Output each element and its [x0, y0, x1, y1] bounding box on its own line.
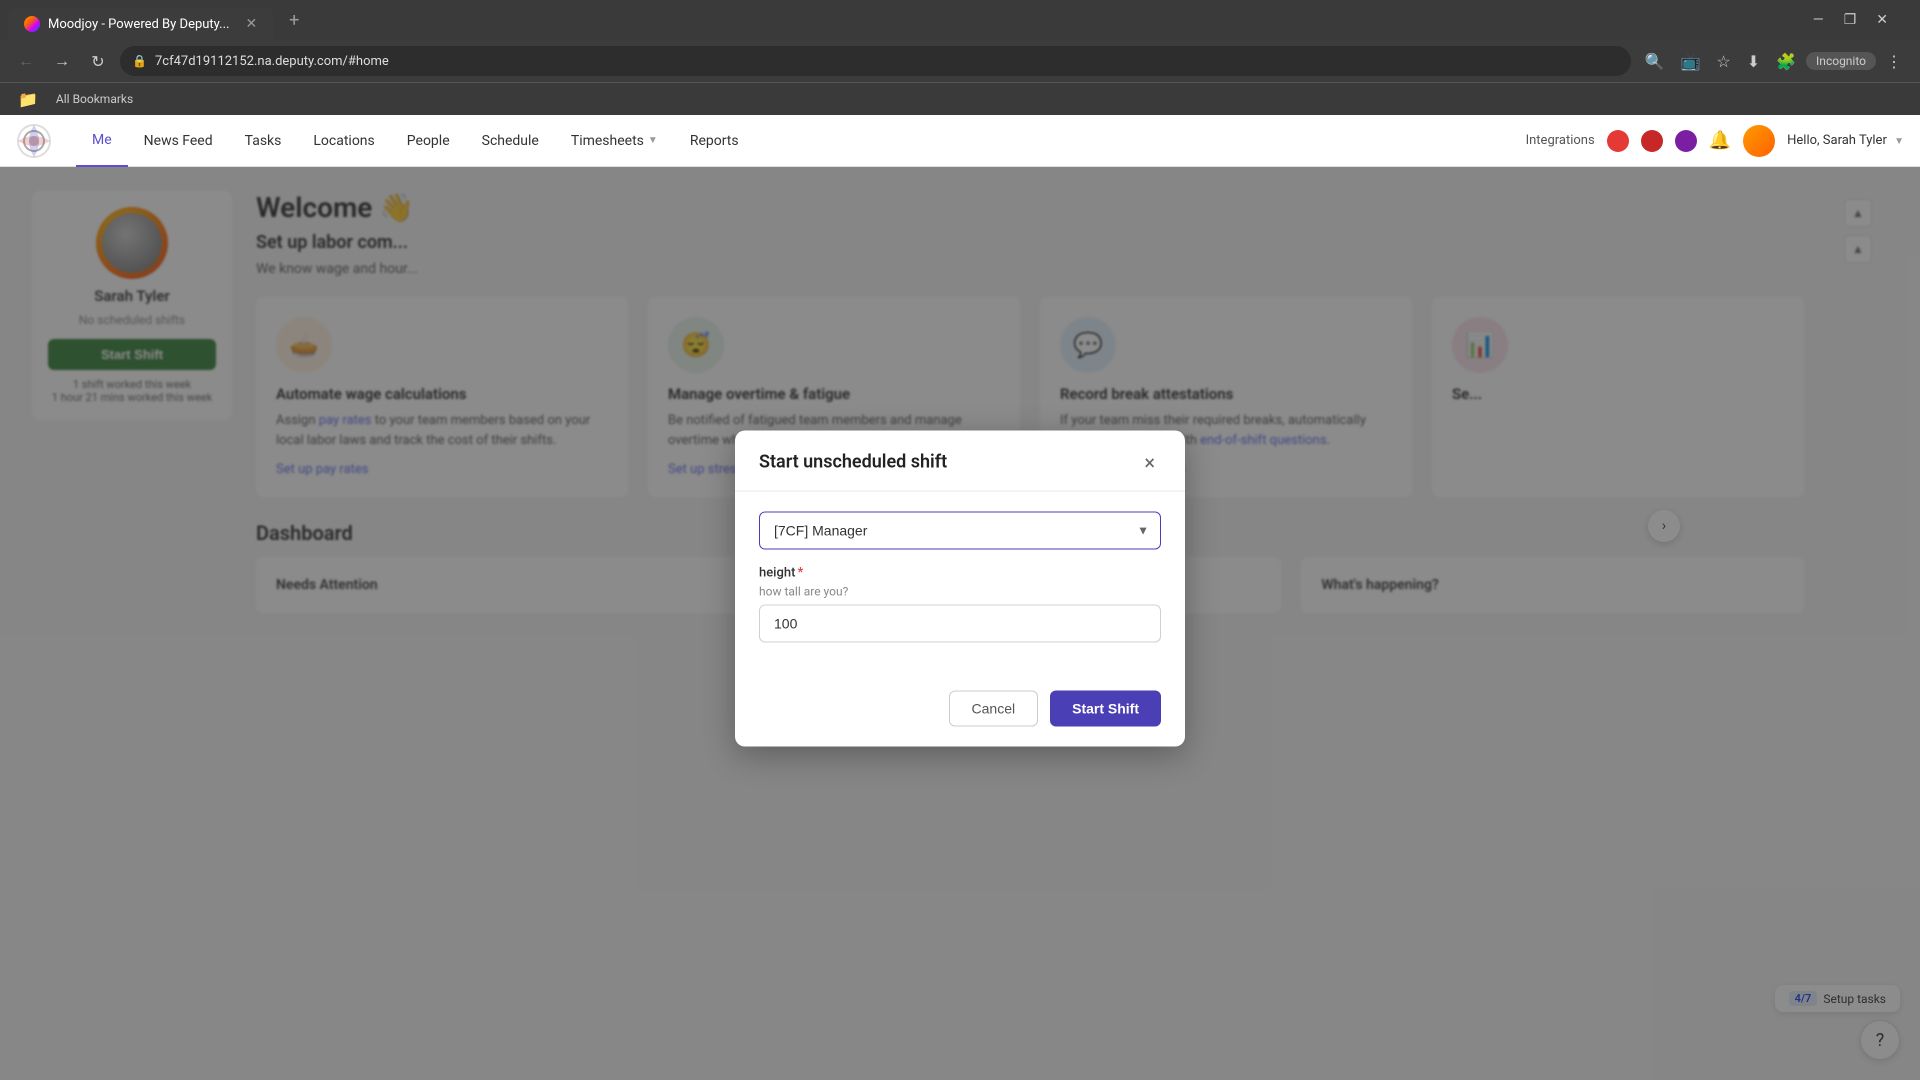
- height-field-hint: how tall are you?: [759, 584, 1161, 598]
- tab-favicon: [24, 16, 40, 32]
- location-role-select-group: [7CF] Manager ▼: [759, 511, 1161, 549]
- start-unscheduled-shift-modal: Start unscheduled shift × [7CF] Manager …: [735, 430, 1185, 746]
- bookmark-icon[interactable]: ☆: [1710, 48, 1736, 75]
- modal-close-button[interactable]: ×: [1138, 450, 1161, 474]
- forward-button[interactable]: →: [48, 47, 76, 75]
- address-bar[interactable]: 🔒 7cf47d19112152.na.deputy.com/#home: [120, 46, 1631, 76]
- integration-badge-red[interactable]: [1607, 130, 1629, 152]
- minimize-button[interactable]: —: [1805, 10, 1832, 30]
- nav-item-tasks[interactable]: Tasks: [229, 115, 298, 167]
- nav-right: Integrations 🔔 Hello, Sarah Tyler ▼: [1526, 125, 1904, 157]
- hello-user-arrow-icon: ▼: [1894, 136, 1904, 147]
- url-text: 7cf47d19112152.na.deputy.com/#home: [155, 54, 389, 69]
- browser-chrome: Moodjoy - Powered By Deputy... ✕ + — ❐ ✕…: [0, 0, 1920, 115]
- back-button[interactable]: ←: [12, 47, 40, 75]
- tab-title: Moodjoy - Powered By Deputy...: [48, 17, 229, 32]
- download-icon[interactable]: ⬇: [1741, 48, 1766, 75]
- integration-badge-purple[interactable]: [1675, 130, 1697, 152]
- modal-title: Start unscheduled shift: [759, 452, 947, 473]
- hello-user-label[interactable]: Hello, Sarah Tyler ▼: [1787, 133, 1904, 148]
- toolbar-icons: 🔍 📺 ☆ ⬇ 🧩 Incognito ⋮: [1639, 48, 1908, 75]
- modal-footer: Cancel Start Shift: [735, 678, 1185, 746]
- menu-icon[interactable]: ⋮: [1880, 48, 1908, 75]
- nav-item-reports[interactable]: Reports: [674, 115, 755, 167]
- height-input[interactable]: [759, 604, 1161, 642]
- app-logo: [16, 123, 52, 159]
- extension-icon[interactable]: 🧩: [1770, 48, 1802, 75]
- start-shift-modal-button[interactable]: Start Shift: [1050, 690, 1161, 726]
- new-tab-button[interactable]: +: [281, 10, 307, 31]
- required-indicator: *: [797, 565, 803, 580]
- notification-bell[interactable]: 🔔: [1709, 130, 1731, 151]
- app-container: Me News Feed Tasks Locations People Sche…: [0, 115, 1920, 1080]
- browser-tabs: Moodjoy - Powered By Deputy... ✕ + — ❐ ✕: [0, 0, 1920, 40]
- location-role-select[interactable]: [7CF] Manager: [759, 511, 1161, 549]
- nav-item-schedule[interactable]: Schedule: [466, 115, 555, 167]
- nav-items: Me News Feed Tasks Locations People Sche…: [76, 115, 1526, 167]
- browser-toolbar: ← → ↻ 🔒 7cf47d19112152.na.deputy.com/#ho…: [0, 40, 1920, 82]
- modal-body: [7CF] Manager ▼ height* how tall are you…: [735, 491, 1185, 678]
- user-avatar-nav: [1743, 125, 1775, 157]
- nav-item-newsfeed[interactable]: News Feed: [128, 115, 229, 167]
- timesheets-arrow-icon: ▼: [648, 135, 658, 146]
- integration-badge-darkred[interactable]: [1641, 130, 1663, 152]
- nav-item-locations[interactable]: Locations: [297, 115, 390, 167]
- lock-icon: 🔒: [132, 54, 147, 68]
- tab-close-button[interactable]: ✕: [245, 16, 257, 32]
- bookmarks-bar: 📁 All Bookmarks: [0, 82, 1920, 115]
- cancel-button[interactable]: Cancel: [949, 690, 1039, 726]
- all-bookmarks-item[interactable]: All Bookmarks: [56, 92, 133, 106]
- select-wrapper: [7CF] Manager ▼: [759, 511, 1161, 549]
- incognito-label: Incognito: [1816, 54, 1866, 68]
- height-field-group: height* how tall are you?: [759, 565, 1161, 642]
- integrations-label: Integrations: [1526, 133, 1595, 148]
- search-icon[interactable]: 🔍: [1639, 48, 1671, 75]
- nav-item-timesheets[interactable]: Timesheets ▼: [555, 115, 674, 167]
- maximize-button[interactable]: ❐: [1836, 10, 1865, 30]
- window-controls: — ❐ ✕: [1805, 10, 1912, 30]
- incognito-badge: Incognito: [1806, 52, 1876, 70]
- height-field-label: height*: [759, 565, 1161, 580]
- app-nav: Me News Feed Tasks Locations People Sche…: [0, 115, 1920, 167]
- nav-item-me[interactable]: Me: [76, 115, 128, 167]
- cast-icon[interactable]: 📺: [1674, 48, 1706, 75]
- refresh-button[interactable]: ↻: [84, 47, 112, 75]
- nav-item-people[interactable]: People: [391, 115, 466, 167]
- modal-header: Start unscheduled shift ×: [735, 430, 1185, 491]
- close-window-button[interactable]: ✕: [1868, 10, 1896, 30]
- bookmarks-folder-icon: 📁: [12, 86, 44, 113]
- active-tab[interactable]: Moodjoy - Powered By Deputy... ✕: [8, 8, 273, 40]
